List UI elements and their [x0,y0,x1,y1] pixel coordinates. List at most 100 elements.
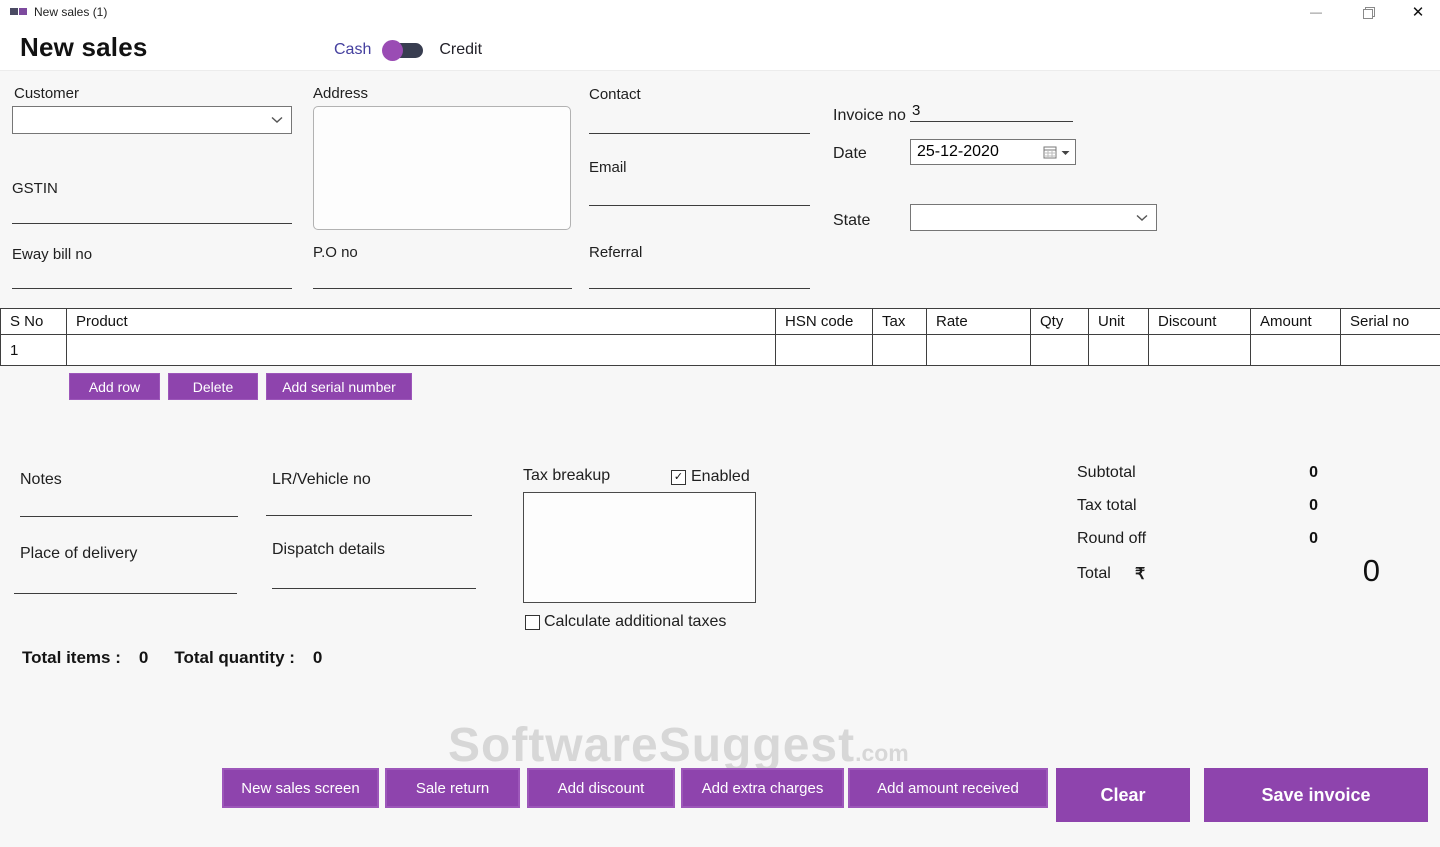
watermark-suffix: .com [855,740,909,766]
new-sales-window: New sales (1) — ✕ New sales Cash Credit … [0,0,1440,847]
chevron-down-icon [271,116,283,124]
cell-qty[interactable] [1031,335,1089,366]
cell-hsn[interactable] [776,335,873,366]
cell-tax[interactable] [873,335,927,366]
summary-row: Total items : 0 Total quantity : 0 [22,648,322,668]
subtotal-label: Subtotal [1077,464,1136,482]
address-textarea[interactable] [313,106,571,230]
state-label: State [833,212,870,230]
total-quantity-label: Total quantity : [174,648,295,668]
cell-product[interactable] [67,335,776,366]
address-label: Address [313,85,368,102]
date-value: 25-12-2020 [917,143,999,161]
save-invoice-button[interactable]: Save invoice [1204,768,1428,822]
cash-label: Cash [334,41,371,59]
eway-bill-input[interactable] [12,267,292,289]
total-quantity-value: 0 [313,648,322,668]
watermark: SoftwareSuggest.com [448,718,909,773]
lr-vehicle-input[interactable] [266,494,472,516]
place-of-delivery-input[interactable] [14,572,237,594]
subtotal-value: 0 [1274,464,1318,482]
date-label: Date [833,145,867,163]
watermark-text: SoftwareSuggest [448,719,855,772]
eway-bill-label: Eway bill no [12,246,92,263]
dispatch-details-label: Dispatch details [272,541,385,559]
cell-rate[interactable] [927,335,1031,366]
items-table: S No Product HSN code Tax Rate Qty Unit … [0,308,1440,366]
po-no-input[interactable] [313,267,572,289]
title-bar: New sales (1) — ✕ [0,0,1440,24]
col-header-tax: Tax [873,309,927,335]
col-header-amount: Amount [1251,309,1341,335]
referral-input[interactable] [589,267,810,289]
dispatch-details-input[interactable] [272,567,476,589]
restore-button[interactable] [1346,0,1390,24]
calendar-icon [1043,146,1057,159]
email-input[interactable] [589,184,810,206]
clear-button[interactable]: Clear [1056,768,1190,822]
add-discount-button[interactable]: Add discount [527,768,675,808]
cell-amount[interactable] [1251,335,1341,366]
add-row-button[interactable]: Add row [69,373,160,400]
col-header-qty: Qty [1031,309,1089,335]
minimize-button[interactable]: — [1294,0,1338,24]
referral-label: Referral [589,244,642,261]
cell-sno[interactable]: 1 [1,335,67,366]
tax-total-label: Tax total [1077,497,1137,515]
contact-label: Contact [589,86,641,103]
tax-total-value: 0 [1274,497,1318,515]
email-label: Email [589,159,627,176]
sale-return-button[interactable]: Sale return [385,768,520,808]
table-header-row: S No Product HSN code Tax Rate Qty Unit … [1,309,1440,335]
app-icon [10,8,28,16]
contact-input[interactable] [589,112,810,134]
invoice-no-label: Invoice no [833,107,906,125]
col-header-hsn: HSN code [776,309,873,335]
date-picker[interactable]: 25-12-2020 [910,139,1076,165]
table-row: 1 [1,335,1440,366]
gstin-label: GSTIN [12,180,58,197]
window-title: New sales (1) [34,5,107,19]
chevron-down-icon [1136,214,1148,222]
close-button[interactable]: ✕ [1396,0,1440,24]
customer-select[interactable] [12,106,292,134]
toggle-knob-icon [382,40,403,61]
notes-input[interactable] [20,495,238,517]
new-sales-screen-button[interactable]: New sales screen [222,768,379,808]
calculate-additional-taxes-checkbox[interactable] [525,615,540,630]
col-header-product: Product [67,309,776,335]
chevron-down-icon [1061,143,1070,161]
state-select[interactable] [910,204,1157,231]
col-header-discount: Discount [1149,309,1251,335]
customer-label: Customer [14,85,79,102]
place-of-delivery-label: Place of delivery [20,545,137,563]
round-off-label: Round off [1077,530,1146,548]
col-header-serial: Serial no [1341,309,1440,335]
enabled-checkbox[interactable]: ✓ [671,470,686,485]
add-amount-received-button[interactable]: Add amount received [848,768,1048,808]
cell-unit[interactable] [1089,335,1149,366]
enabled-label: Enabled [691,468,750,486]
lr-vehicle-label: LR/Vehicle no [272,471,371,489]
cash-credit-toggle[interactable] [385,43,423,58]
total-items-label: Total items : [22,648,121,668]
invoice-no-input[interactable] [910,100,1073,122]
rupee-icon: ₹ [1135,564,1145,584]
delete-button[interactable]: Delete [168,373,258,400]
credit-label: Credit [439,41,482,59]
total-label: Total [1077,565,1111,583]
restore-icon [1363,7,1373,17]
po-no-label: P.O no [313,244,358,261]
header: New sales Cash Credit [0,24,1440,71]
total-items-value: 0 [139,648,148,668]
cell-serial[interactable] [1341,335,1440,366]
tax-breakup-label: Tax breakup [523,467,610,485]
col-header-rate: Rate [927,309,1031,335]
cell-discount[interactable] [1149,335,1251,366]
tax-breakup-box [523,492,756,603]
notes-label: Notes [20,471,62,489]
gstin-input[interactable] [12,202,292,224]
add-serial-number-button[interactable]: Add serial number [266,373,412,400]
total-value: 0 [1322,553,1380,589]
add-extra-charges-button[interactable]: Add extra charges [681,768,844,808]
